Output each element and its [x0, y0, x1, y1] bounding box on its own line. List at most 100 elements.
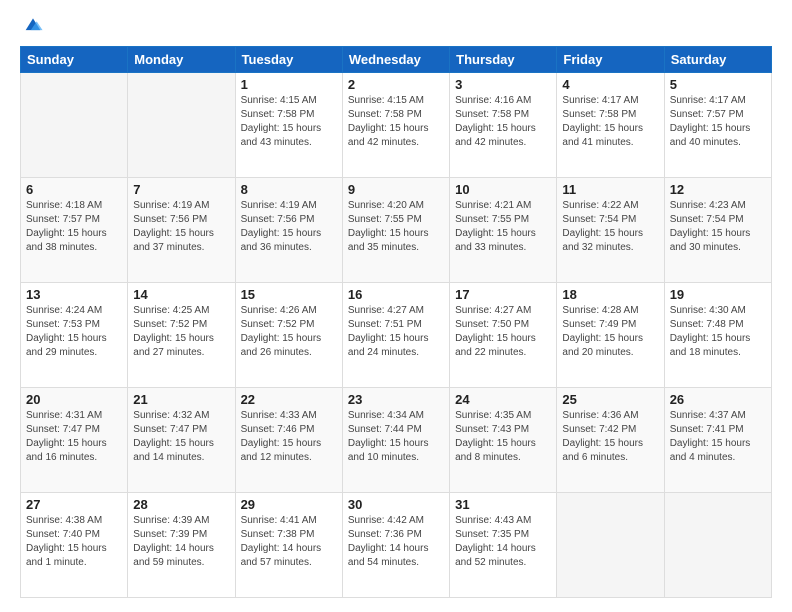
calendar-cell	[21, 73, 128, 178]
day-number: 3	[455, 77, 551, 92]
day-content: Sunrise: 4:15 AM Sunset: 7:58 PM Dayligh…	[241, 94, 337, 150]
calendar-cell: 26Sunrise: 4:37 AM Sunset: 7:41 PM Dayli…	[664, 388, 771, 493]
day-number: 12	[670, 182, 766, 197]
calendar-cell: 3 Sunrise: 4:16 AM Sunset: 7:58 PM Daylig…	[450, 73, 557, 178]
day-number: 21	[133, 392, 229, 407]
day-content: Sunrise: 4:33 AM Sunset: 7:46 PM Dayligh…	[241, 409, 337, 465]
logo-icon	[22, 14, 44, 36]
day-number: 30	[348, 497, 444, 512]
day-content: Sunrise: 4:16 AM Sunset: 7:58 PM Dayligh…	[455, 94, 551, 150]
day-content: Sunrise: 4:18 AM Sunset: 7:57 PM Dayligh…	[26, 199, 122, 255]
calendar-cell: 12 Sunrise: 4:23 AM Sunset: 7:54 PM Dayli…	[664, 178, 771, 283]
day-number: 14	[133, 287, 229, 302]
day-content: Sunrise: 4:26 AM Sunset: 7:52 PM Dayligh…	[241, 304, 337, 360]
day-number: 28	[133, 497, 229, 512]
day-number: 24	[455, 392, 551, 407]
calendar-header-sunday: Sunday	[21, 47, 128, 73]
calendar-cell: 24Sunrise: 4:35 AM Sunset: 7:43 PM Dayli…	[450, 388, 557, 493]
calendar-cell: 11 Sunrise: 4:22 AM Sunset: 7:54 PM Dayli…	[557, 178, 664, 283]
calendar-cell: 4 Sunrise: 4:17 AM Sunset: 7:58 PM Daylig…	[557, 73, 664, 178]
day-number: 31	[455, 497, 551, 512]
calendar-header-friday: Friday	[557, 47, 664, 73]
day-content: Sunrise: 4:32 AM Sunset: 7:47 PM Dayligh…	[133, 409, 229, 465]
day-number: 2	[348, 77, 444, 92]
calendar-header-thursday: Thursday	[450, 47, 557, 73]
day-number: 17	[455, 287, 551, 302]
day-number: 27	[26, 497, 122, 512]
calendar-header-saturday: Saturday	[664, 47, 771, 73]
day-number: 8	[241, 182, 337, 197]
calendar-week-3: 13 Sunrise: 4:24 AM Sunset: 7:53 PM Dayli…	[21, 283, 772, 388]
day-content: Sunrise: 4:22 AM Sunset: 7:54 PM Dayligh…	[562, 199, 658, 255]
calendar-week-4: 20Sunrise: 4:31 AM Sunset: 7:47 PM Dayli…	[21, 388, 772, 493]
calendar-cell: 25 Sunrise: 4:36 AM Sunset: 7:42 PM Dayli…	[557, 388, 664, 493]
calendar-cell: 5 Sunrise: 4:17 AM Sunset: 7:57 PM Daylig…	[664, 73, 771, 178]
calendar-cell: 8Sunrise: 4:19 AM Sunset: 7:56 PM Daylig…	[235, 178, 342, 283]
day-content: Sunrise: 4:42 AM Sunset: 7:36 PM Dayligh…	[348, 514, 444, 570]
day-content: Sunrise: 4:27 AM Sunset: 7:51 PM Dayligh…	[348, 304, 444, 360]
day-content: Sunrise: 4:41 AM Sunset: 7:38 PM Dayligh…	[241, 514, 337, 570]
day-content: Sunrise: 4:15 AM Sunset: 7:58 PM Dayligh…	[348, 94, 444, 150]
calendar-cell: 1 Sunrise: 4:15 AM Sunset: 7:58 PM Daylig…	[235, 73, 342, 178]
calendar-cell: 16 Sunrise: 4:27 AM Sunset: 7:51 PM Dayli…	[342, 283, 449, 388]
day-content: Sunrise: 4:39 AM Sunset: 7:39 PM Dayligh…	[133, 514, 229, 570]
calendar-week-1: 1 Sunrise: 4:15 AM Sunset: 7:58 PM Daylig…	[21, 73, 772, 178]
calendar-cell	[664, 493, 771, 598]
calendar-cell: 10 Sunrise: 4:21 AM Sunset: 7:55 PM Dayli…	[450, 178, 557, 283]
day-content: Sunrise: 4:38 AM Sunset: 7:40 PM Dayligh…	[26, 514, 122, 570]
day-content: Sunrise: 4:17 AM Sunset: 7:58 PM Dayligh…	[562, 94, 658, 150]
day-number: 6	[26, 182, 122, 197]
page: SundayMondayTuesdayWednesdayThursdayFrid…	[0, 0, 792, 612]
day-content: Sunrise: 4:19 AM Sunset: 7:56 PM Dayligh…	[133, 199, 229, 255]
day-number: 19	[670, 287, 766, 302]
calendar-cell: 18 Sunrise: 4:28 AM Sunset: 7:49 PM Dayli…	[557, 283, 664, 388]
logo	[20, 18, 46, 36]
calendar-header-tuesday: Tuesday	[235, 47, 342, 73]
day-content: Sunrise: 4:23 AM Sunset: 7:54 PM Dayligh…	[670, 199, 766, 255]
calendar-cell: 2 Sunrise: 4:15 AM Sunset: 7:58 PM Daylig…	[342, 73, 449, 178]
calendar-cell: 28 Sunrise: 4:39 AM Sunset: 7:39 PM Dayli…	[128, 493, 235, 598]
day-number: 25	[562, 392, 658, 407]
calendar: SundayMondayTuesdayWednesdayThursdayFrid…	[20, 46, 772, 598]
calendar-week-2: 6 Sunrise: 4:18 AM Sunset: 7:57 PM Daylig…	[21, 178, 772, 283]
day-content: Sunrise: 4:27 AM Sunset: 7:50 PM Dayligh…	[455, 304, 551, 360]
day-content: Sunrise: 4:24 AM Sunset: 7:53 PM Dayligh…	[26, 304, 122, 360]
day-number: 4	[562, 77, 658, 92]
day-content: Sunrise: 4:17 AM Sunset: 7:57 PM Dayligh…	[670, 94, 766, 150]
day-number: 13	[26, 287, 122, 302]
calendar-body: 1 Sunrise: 4:15 AM Sunset: 7:58 PM Daylig…	[21, 73, 772, 598]
day-content: Sunrise: 4:28 AM Sunset: 7:49 PM Dayligh…	[562, 304, 658, 360]
calendar-cell: 9Sunrise: 4:20 AM Sunset: 7:55 PM Daylig…	[342, 178, 449, 283]
day-number: 15	[241, 287, 337, 302]
day-content: Sunrise: 4:25 AM Sunset: 7:52 PM Dayligh…	[133, 304, 229, 360]
day-number: 16	[348, 287, 444, 302]
calendar-header-wednesday: Wednesday	[342, 47, 449, 73]
day-number: 10	[455, 182, 551, 197]
day-number: 1	[241, 77, 337, 92]
calendar-cell: 17 Sunrise: 4:27 AM Sunset: 7:50 PM Dayli…	[450, 283, 557, 388]
day-number: 11	[562, 182, 658, 197]
calendar-cell: 22 Sunrise: 4:33 AM Sunset: 7:46 PM Dayli…	[235, 388, 342, 493]
calendar-cell: 14 Sunrise: 4:25 AM Sunset: 7:52 PM Dayli…	[128, 283, 235, 388]
day-content: Sunrise: 4:37 AM Sunset: 7:41 PM Dayligh…	[670, 409, 766, 465]
day-number: 9	[348, 182, 444, 197]
day-number: 20	[26, 392, 122, 407]
day-number: 5	[670, 77, 766, 92]
calendar-cell: 19 Sunrise: 4:30 AM Sunset: 7:48 PM Dayli…	[664, 283, 771, 388]
day-number: 22	[241, 392, 337, 407]
calendar-cell	[557, 493, 664, 598]
calendar-cell: 15 Sunrise: 4:26 AM Sunset: 7:52 PM Dayli…	[235, 283, 342, 388]
calendar-cell: 13 Sunrise: 4:24 AM Sunset: 7:53 PM Dayli…	[21, 283, 128, 388]
day-content: Sunrise: 4:30 AM Sunset: 7:48 PM Dayligh…	[670, 304, 766, 360]
day-number: 18	[562, 287, 658, 302]
calendar-cell: 23Sunrise: 4:34 AM Sunset: 7:44 PM Dayli…	[342, 388, 449, 493]
day-number: 7	[133, 182, 229, 197]
day-content: Sunrise: 4:21 AM Sunset: 7:55 PM Dayligh…	[455, 199, 551, 255]
day-number: 29	[241, 497, 337, 512]
calendar-cell: 30 Sunrise: 4:42 AM Sunset: 7:36 PM Dayli…	[342, 493, 449, 598]
calendar-week-5: 27 Sunrise: 4:38 AM Sunset: 7:40 PM Dayli…	[21, 493, 772, 598]
calendar-header-row: SundayMondayTuesdayWednesdayThursdayFrid…	[21, 47, 772, 73]
calendar-cell	[128, 73, 235, 178]
calendar-cell: 29 Sunrise: 4:41 AM Sunset: 7:38 PM Dayli…	[235, 493, 342, 598]
day-content: Sunrise: 4:36 AM Sunset: 7:42 PM Dayligh…	[562, 409, 658, 465]
